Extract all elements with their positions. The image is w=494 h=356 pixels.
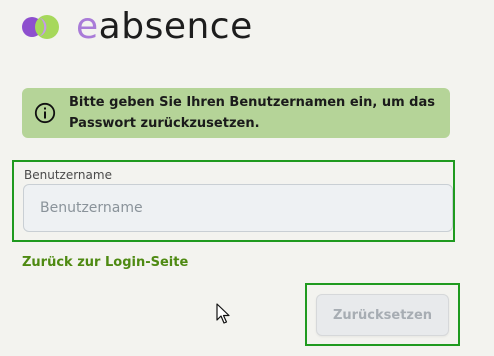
info-message-text: Bitte geben Sie Ihren Benutzernamen ein,… bbox=[69, 95, 435, 131]
info-circle-icon bbox=[34, 102, 56, 124]
app-logo: eabsence bbox=[22, 6, 253, 48]
mouse-pointer-icon bbox=[216, 303, 230, 324]
logo-text-prefix: e bbox=[76, 6, 99, 47]
app-logo-text: eabsence bbox=[76, 9, 253, 45]
username-label: Benutzername bbox=[24, 168, 112, 182]
logo-text-suffix: absence bbox=[98, 6, 253, 47]
username-field-group: Benutzername bbox=[12, 160, 455, 242]
reset-password-button[interactable]: Zurücksetzen bbox=[316, 294, 449, 336]
eabsence-logo-icon bbox=[22, 15, 59, 39]
username-input[interactable] bbox=[23, 184, 453, 232]
reset-button-highlight: Zurücksetzen bbox=[305, 283, 460, 346]
info-message-box: Bitte geben Sie Ihren Benutzernamen ein,… bbox=[22, 88, 450, 138]
back-to-login-link[interactable]: Zurück zur Login-Seite bbox=[22, 255, 188, 270]
